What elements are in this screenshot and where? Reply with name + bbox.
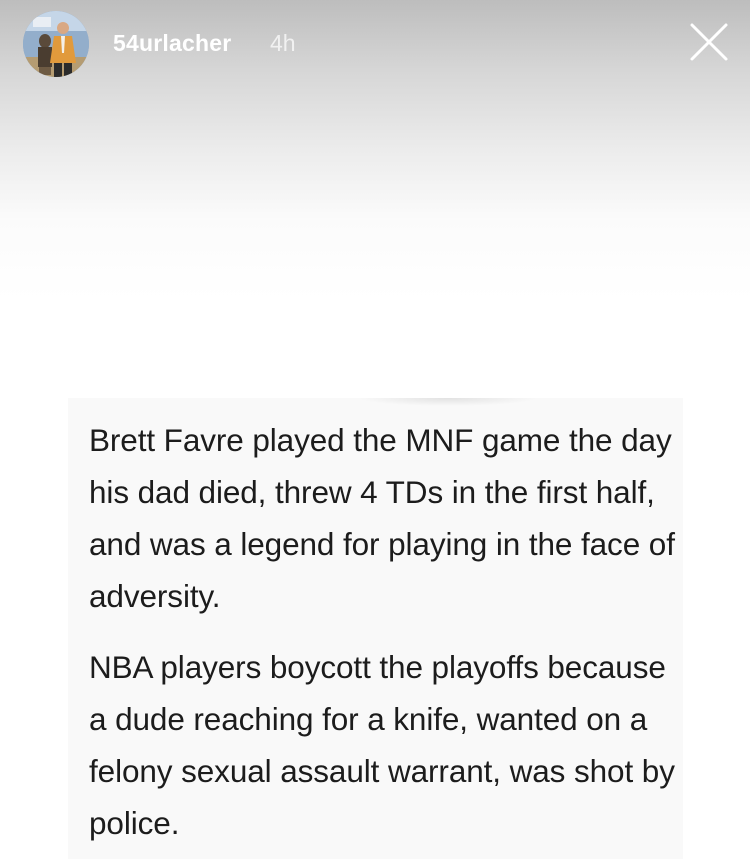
close-icon — [690, 23, 728, 61]
shared-post-card[interactable]: Brett Favre played the MNF game the day … — [68, 398, 683, 859]
post-paragraph-1: Brett Favre played the MNF game the day … — [89, 422, 675, 614]
story-viewer: 54urlacher 4h Brett Favre played the MNF… — [0, 0, 750, 859]
story-header: 54urlacher 4h — [0, 0, 750, 90]
avatar-image — [23, 11, 89, 77]
avatar[interactable] — [23, 11, 89, 77]
card-shadow — [358, 398, 538, 406]
post-paragraph-2: NBA players boycott the playoffs because… — [89, 649, 675, 841]
timestamp: 4h — [270, 30, 296, 56]
close-button[interactable] — [686, 19, 732, 65]
username[interactable]: 54urlacher — [113, 30, 231, 57]
